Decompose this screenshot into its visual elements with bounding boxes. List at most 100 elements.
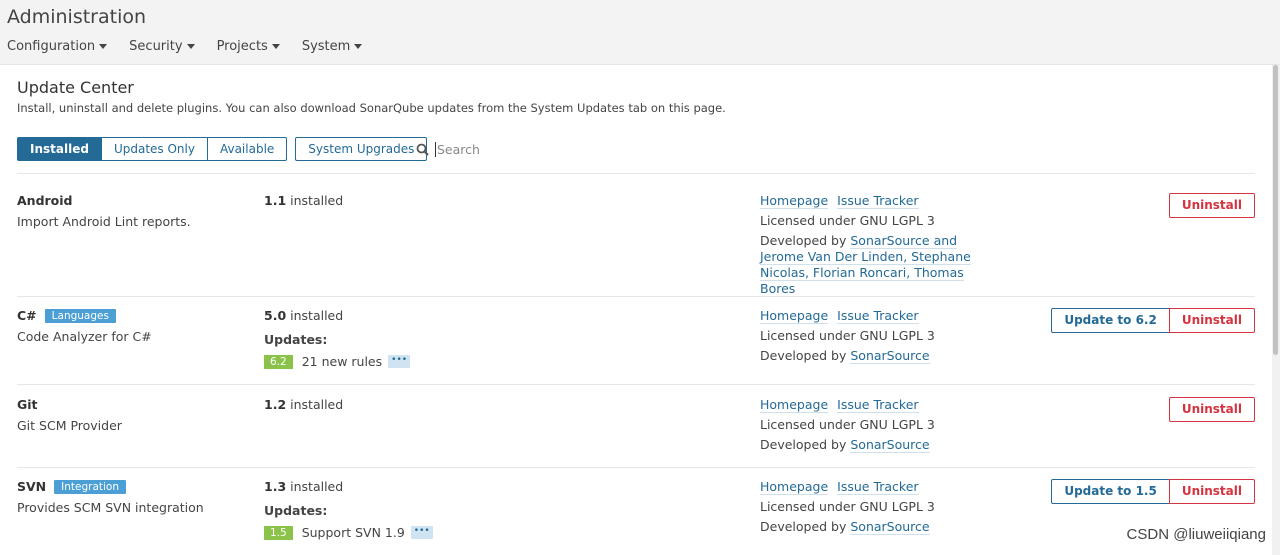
plugin-links: Homepage Issue Tracker Licensed under GNU…: [760, 193, 1000, 301]
tab-installed[interactable]: Installed: [17, 137, 102, 161]
developed-by-label: Developed by: [760, 348, 847, 363]
plugin-actions: Update to 1.5 Uninstall: [1051, 479, 1255, 504]
plugin-actions: Update to 6.2 Uninstall: [1051, 308, 1255, 333]
plugin-name-text: SVN: [17, 479, 47, 494]
developer-link[interactable]: SonarSource and: [850, 233, 958, 249]
scrollbar-thumb[interactable]: [1273, 65, 1278, 355]
plugin-version: 5.0 installed: [264, 308, 343, 323]
nav-label: Security: [129, 39, 183, 54]
more-details-button[interactable]: •••: [410, 526, 433, 539]
version-number: 1.2: [264, 397, 287, 412]
plugin-links: Homepage Issue Tracker Licensed under GNU…: [760, 397, 1000, 457]
plugin-links: Homepage Issue Tracker Licensed under GNU…: [760, 479, 1000, 539]
plugin-name: Android: [17, 193, 73, 208]
plugin-description: Provides SCM SVN integration: [17, 500, 204, 515]
developer-link[interactable]: Jerome Van Der Linden, Stephane: [760, 249, 971, 265]
installed-label: installed: [290, 308, 344, 323]
top-bar: Administration Configuration Security Pr…: [0, 0, 1280, 65]
installed-label: installed: [290, 397, 344, 412]
uninstall-button[interactable]: Uninstall: [1168, 397, 1255, 422]
update-note: 21 new rules: [301, 354, 383, 369]
nav-configuration[interactable]: Configuration: [7, 39, 108, 54]
issue-tracker-link[interactable]: Issue Tracker: [837, 308, 919, 324]
caret-down-icon: [99, 44, 108, 49]
version-number: 1.1: [264, 193, 287, 208]
nav-label: Configuration: [7, 39, 96, 54]
nav-security[interactable]: Security: [129, 39, 195, 54]
developer-link[interactable]: SonarSource: [850, 348, 930, 364]
issue-tracker-link[interactable]: Issue Tracker: [837, 397, 919, 413]
plugin-version: 1.1 installed: [264, 193, 343, 208]
developed-by-label: Developed by: [760, 437, 847, 452]
admin-nav: Configuration Security Projects System: [7, 39, 363, 54]
license-text: Licensed under GNU LGPL 3: [760, 499, 935, 514]
divider: [17, 173, 1255, 174]
more-details-button[interactable]: •••: [388, 355, 411, 368]
update-version-badge: 1.5: [264, 525, 293, 540]
installed-label: installed: [290, 479, 344, 494]
plugin-name: Git: [17, 397, 38, 412]
page-scrollbar[interactable]: [1272, 65, 1280, 555]
plugin-name-text: C#: [17, 308, 37, 323]
divider: [17, 384, 1255, 385]
plugin-version: 1.3 installed: [264, 479, 343, 494]
page-description: Install, uninstall and delete plugins. Y…: [17, 101, 726, 115]
developer-link[interactable]: SonarSource: [850, 437, 930, 453]
installed-label: installed: [290, 193, 344, 208]
nav-label: System: [301, 39, 351, 54]
update-version-badge: 6.2: [264, 354, 293, 369]
category-badge: Languages: [44, 309, 116, 323]
uninstall-button[interactable]: Uninstall: [1168, 479, 1255, 504]
search-input[interactable]: [435, 142, 635, 157]
plugin-name: SVN Integration: [17, 479, 126, 494]
divider: [17, 296, 1255, 297]
tab-available[interactable]: Available: [206, 137, 288, 161]
license-text: Licensed under GNU LGPL 3: [760, 417, 935, 432]
nav-system[interactable]: System: [301, 39, 363, 54]
developed-by-label: Developed by: [760, 233, 847, 248]
version-number: 1.3: [264, 479, 287, 494]
divider: [17, 467, 1255, 468]
developed-by-label: Developed by: [760, 519, 847, 534]
updates-label: Updates:: [264, 503, 328, 518]
homepage-link[interactable]: Homepage: [760, 308, 829, 324]
nav-projects[interactable]: Projects: [217, 39, 280, 54]
uninstall-button[interactable]: Uninstall: [1168, 308, 1255, 333]
plugin-description: Code Analyzer for C#: [17, 329, 152, 344]
caret-down-icon: [354, 44, 363, 49]
search-box: [416, 142, 635, 157]
tab-system-upgrades[interactable]: System Upgrades: [295, 137, 428, 161]
search-icon: [416, 143, 429, 156]
watermark: CSDN @liuweiiqiang: [1126, 526, 1266, 543]
plugin-actions: Uninstall: [1168, 397, 1255, 422]
version-number: 5.0: [264, 308, 287, 323]
developer-link[interactable]: Nicolas, Florian Roncari, Thomas Bores: [760, 265, 964, 297]
developer-link[interactable]: SonarSource: [850, 519, 930, 535]
caret-down-icon: [271, 44, 280, 49]
category-badge: Integration: [54, 480, 126, 494]
caret-down-icon: [186, 44, 195, 49]
updates-label: Updates:: [264, 332, 328, 347]
plugin-description: Import Android Lint reports.: [17, 214, 191, 229]
update-entry: 1.5 Support SVN 1.9 •••: [264, 525, 433, 540]
issue-tracker-link[interactable]: Issue Tracker: [837, 479, 919, 495]
update-button[interactable]: Update to 1.5: [1051, 479, 1170, 504]
update-entry: 6.2 21 new rules •••: [264, 354, 411, 369]
plugin-links: Homepage Issue Tracker Licensed under GNU…: [760, 308, 1000, 368]
homepage-link[interactable]: Homepage: [760, 397, 829, 413]
license-text: Licensed under GNU LGPL 3: [760, 213, 935, 228]
app-title: Administration: [7, 6, 147, 28]
license-text: Licensed under GNU LGPL 3: [760, 328, 935, 343]
issue-tracker-link[interactable]: Issue Tracker: [837, 193, 919, 209]
homepage-link[interactable]: Homepage: [760, 479, 829, 495]
plugin-description: Git SCM Provider: [17, 418, 122, 433]
uninstall-button[interactable]: Uninstall: [1168, 193, 1255, 218]
tab-updates-only[interactable]: Updates Only: [100, 137, 208, 161]
update-button[interactable]: Update to 6.2: [1051, 308, 1170, 333]
plugin-name: C# Languages: [17, 308, 116, 323]
plugin-actions: Uninstall: [1168, 193, 1255, 218]
nav-label: Projects: [216, 39, 268, 54]
plugin-version: 1.2 installed: [264, 397, 343, 412]
filter-tabs: Installed Updates Only Available System …: [17, 137, 428, 161]
homepage-link[interactable]: Homepage: [760, 193, 829, 209]
